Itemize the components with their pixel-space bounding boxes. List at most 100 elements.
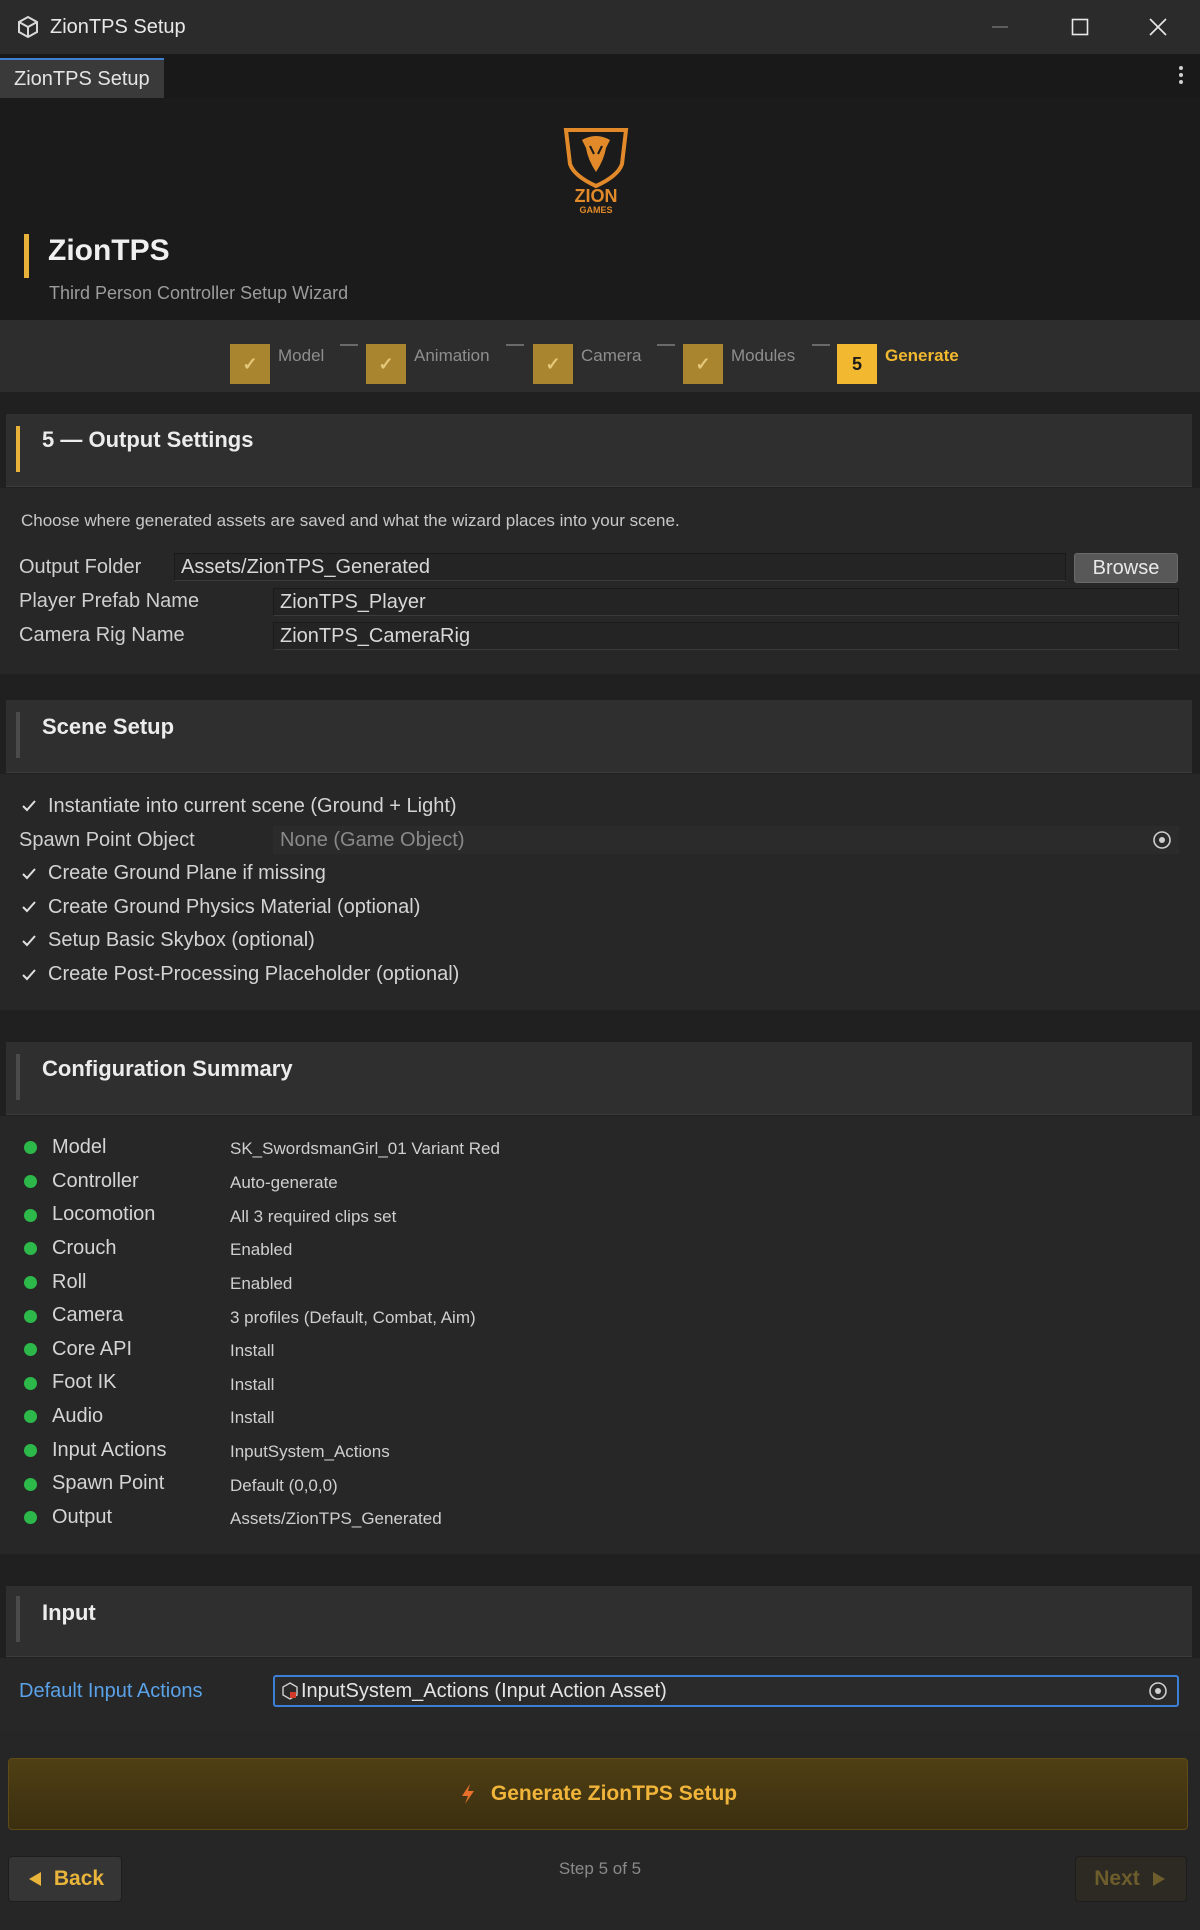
summary-key: Locomotion [52,1203,156,1225]
physics-material-checkbox[interactable] [20,898,38,916]
summary-value: Auto-generate [230,1173,338,1192]
summary-value: InputSystem_Actions [230,1442,390,1461]
default-input-actions-field[interactable]: InputSystem_Actions (Input Action Asset) [273,1675,1179,1707]
summary-key: Model [52,1136,107,1158]
generate-button[interactable]: Generate ZionTPS Setup [8,1758,1188,1830]
status-ok-icon [24,1276,37,1289]
minimize-icon [992,26,1008,28]
tab-strip: ZionTPS Setup [0,54,1200,98]
step-number: 5 [837,344,877,384]
check-icon: ✓ [533,344,573,384]
post-processing-checkbox[interactable] [20,966,38,984]
step-label: Generate [885,346,959,365]
step-camera[interactable]: ✓ Camera [533,332,641,384]
summary-key: Input Actions [52,1439,167,1461]
spawn-point-label: Spawn Point Object [19,829,195,851]
summary-title: Configuration Summary [42,1056,293,1081]
step-modules[interactable]: ✓ Modules [683,332,795,384]
status-ok-icon [24,1343,37,1356]
logo-text-games: GAMES [579,205,612,214]
next-button-label: Next [1094,1867,1140,1890]
section-accent-bar [16,712,20,758]
summary-value: SK_SwordsmanGirl_01 Variant Red [230,1139,500,1158]
instantiate-checkbox[interactable] [20,797,38,815]
next-button[interactable]: Next [1075,1856,1187,1902]
summary-key: Crouch [52,1237,117,1259]
summary-key: Audio [52,1405,104,1427]
status-ok-icon [24,1377,37,1390]
scene-setup-title: Scene Setup [42,714,175,739]
default-input-actions-value: InputSystem_Actions (Input Action Asset) [301,1679,667,1702]
next-arrow-icon [1152,1872,1165,1886]
maximize-icon [1071,18,1089,36]
post-processing-label: Create Post-Processing Placeholder (opti… [48,963,460,985]
status-ok-icon [24,1310,37,1323]
summary-value: Enabled [230,1274,293,1293]
minimize-button[interactable] [960,0,1040,54]
summary-key: Output [52,1506,113,1528]
lightning-icon [461,1784,474,1804]
prefab-name-field[interactable]: ZionTPS_Player [273,588,1179,616]
summary-value: Enabled [230,1240,293,1259]
browse-button[interactable]: Browse [1074,553,1178,583]
output-settings-title: 5 — Output Settings [42,427,254,452]
step-connector [812,344,830,346]
step-label: Model [278,346,325,365]
summary-value: Install [230,1408,275,1427]
skybox-label: Setup Basic Skybox (optional) [48,929,315,951]
prefab-name-label: Player Prefab Name [19,590,200,612]
zion-games-logo: ZION GAMES [563,128,629,214]
step-connector [506,344,524,346]
step-model[interactable]: ✓ Model [230,332,324,384]
summary-key: Roll [52,1271,87,1293]
step-connector [657,344,675,346]
output-folder-field[interactable]: Assets/ZionTPS_Generated [174,553,1066,581]
summary-value: Default (0,0,0) [230,1476,338,1495]
default-input-actions-label[interactable]: Default Input Actions [19,1680,202,1703]
check-icon: ✓ [683,344,723,384]
summary-value: Install [230,1375,275,1394]
object-picker-icon[interactable] [1147,1680,1169,1702]
section-accent-bar [16,1054,20,1100]
step-generate[interactable]: 5 Generate [837,332,959,384]
camera-rig-name-field[interactable]: ZionTPS_CameraRig [273,622,1179,650]
close-button[interactable] [1118,0,1198,54]
status-ok-icon [24,1511,37,1524]
instantiate-label: Instantiate into current scene (Ground +… [48,795,457,817]
status-ok-icon [24,1410,37,1423]
status-ok-icon [24,1444,37,1457]
wizard-header: ZION GAMES ZionTPS Third Person Controll… [0,98,1200,320]
summary-value: All 3 required clips set [230,1207,397,1226]
summary-body [0,1116,1200,1554]
skybox-checkbox[interactable] [20,932,38,950]
tab-ziontps-setup[interactable]: ZionTPS Setup [0,58,164,98]
summary-value: Assets/ZionTPS_Generated [230,1509,442,1528]
input-header [6,1586,1192,1657]
status-ok-icon [24,1242,37,1255]
physics-material-label: Create Ground Physics Material (optional… [48,896,421,918]
summary-key: Spawn Point [52,1472,165,1494]
input-action-asset-icon [282,1682,298,1700]
step-label: Camera [581,346,642,365]
status-ok-icon [24,1175,37,1188]
check-icon: ✓ [230,344,270,384]
step-connector [340,344,358,346]
step-counter: Step 5 of 5 [558,1859,642,1878]
title-bar: ZionTPS Setup [0,0,1200,54]
maximize-button[interactable] [1040,0,1120,54]
page-title: ZionTPS [48,234,170,267]
section-accent-bar [16,1596,20,1642]
setup-window: ZionTPS Setup ZionTPS Setup ZION GAMES Z… [0,0,1200,1930]
unity-cube-icon [18,15,38,39]
status-ok-icon [24,1209,37,1222]
generate-button-label: Generate ZionTPS Setup [490,1782,738,1805]
ground-plane-checkbox[interactable] [20,865,38,883]
page-subtitle: Third Person Controller Setup Wizard [49,283,349,303]
summary-key: Core API [52,1338,133,1360]
more-options-icon[interactable] [1178,66,1184,86]
spawn-point-field[interactable]: None (Game Object) [273,826,1179,854]
step-animation[interactable]: ✓ Animation [366,332,490,384]
object-picker-icon[interactable] [1151,829,1173,851]
header-accent-bar [24,234,29,278]
check-icon: ✓ [366,344,406,384]
